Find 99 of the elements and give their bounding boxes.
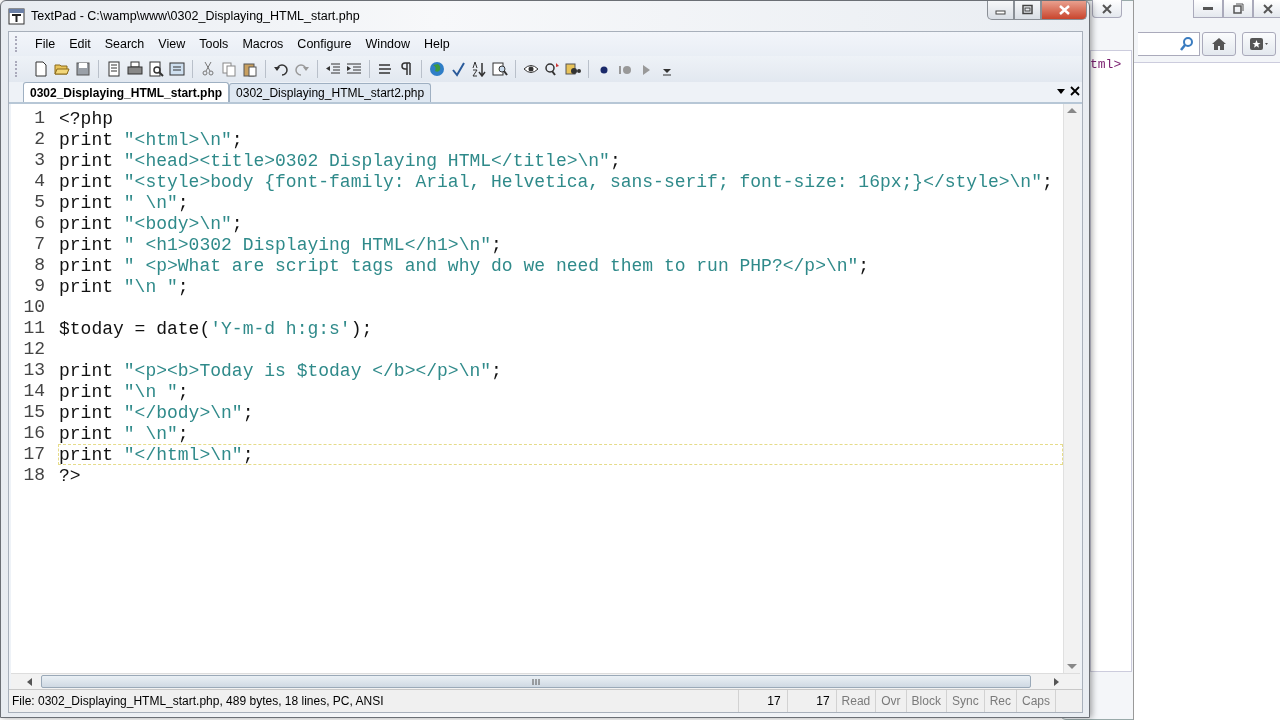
code-line: print "\n ";: [58, 276, 190, 297]
code-line: print "\n ";: [58, 381, 190, 402]
status-indicator: Block: [911, 694, 941, 708]
close-button[interactable]: [1092, 0, 1122, 18]
close-icon: [1100, 2, 1114, 15]
menu-item[interactable]: Configure: [290, 34, 359, 54]
code-line: $today = date('Y-m-d h:g:s');: [58, 318, 374, 339]
line-number: 8: [33, 255, 46, 276]
grip-icon: [532, 677, 540, 686]
line-number: 13: [22, 360, 46, 381]
line-number: 2: [33, 129, 46, 150]
menu-item[interactable]: File: [28, 34, 63, 54]
close-button[interactable]: [1041, 1, 1087, 20]
code-line: print "<p><b>Today is $today </b></p>\n";: [58, 360, 503, 381]
line-number: 17: [22, 444, 46, 465]
pilcrow-icon[interactable]: [398, 61, 414, 77]
spellcheck-icon[interactable]: [450, 61, 466, 77]
status-indicator: Ovr: [881, 694, 901, 708]
line-number: 7: [33, 234, 46, 255]
line-number: 3: [33, 150, 46, 171]
menu-item[interactable]: Edit: [62, 34, 98, 54]
code-line: ?>: [58, 465, 82, 486]
line-number: 12: [22, 339, 46, 360]
wrap-icon[interactable]: [377, 61, 393, 77]
window-title: TextPad - C:\wamp\www\0302_Displaying_HTML_start.php: [31, 9, 360, 23]
line-number: 1: [33, 108, 46, 129]
close-button[interactable]: [1253, 0, 1280, 18]
file-info: File: 0302_Displaying_HTML_start.php, 489 bytes, 18 lines, PC, ANSI: [12, 694, 384, 708]
app-icon: [8, 7, 25, 25]
replace-icon[interactable]: [544, 61, 560, 77]
new-file-icon[interactable]: [33, 61, 49, 77]
code-line: print " \n";: [58, 423, 190, 444]
file-tab[interactable]: 0302_Displaying_HTML_start.php: [23, 82, 230, 102]
maximize-icon: [1021, 4, 1034, 16]
globe-icon[interactable]: [429, 61, 445, 77]
document-icon[interactable]: [106, 61, 122, 77]
printer-icon[interactable]: [127, 61, 143, 77]
find-in-files-icon[interactable]: [492, 61, 508, 77]
code-line: print "<head><title>0302 Displaying HTML</title>\n";: [58, 150, 622, 171]
minimize-icon: [1203, 7, 1213, 10]
line-number: 11: [22, 318, 46, 339]
star-icon: [1249, 36, 1269, 52]
code-line: print "<body>\n";: [58, 213, 244, 234]
line-number: 15: [22, 402, 46, 423]
menu-item[interactable]: Macros: [235, 34, 291, 54]
undo-icon[interactable]: [273, 61, 289, 77]
dropdown-icon: [1056, 86, 1066, 96]
open-folder-icon[interactable]: [54, 61, 70, 77]
line-number: 17: [767, 694, 781, 708]
code-line: print "</body>\n";: [58, 402, 255, 423]
code-line: print "<html>\n";: [58, 129, 244, 150]
scrollbar-thumb[interactable]: [41, 675, 1031, 688]
bookmarks-button[interactable]: [1242, 32, 1276, 56]
minimize-button[interactable]: [1193, 0, 1223, 18]
line-number: 9: [33, 276, 46, 297]
line-number: 18: [22, 465, 46, 486]
home-button[interactable]: [1202, 32, 1236, 56]
paste-icon[interactable]: [242, 61, 258, 77]
line-number: 4: [33, 171, 46, 192]
indent-icon[interactable]: [346, 61, 362, 77]
status-indicator: Rec: [989, 694, 1011, 708]
line-number: 10: [22, 297, 46, 318]
search-field[interactable]: [1138, 32, 1200, 56]
code-line: print "<style>body {font-family: Arial, Helvetica, sans-serif; font-size: 16px;}</style>\n";: [58, 171, 1054, 192]
line-number: 5: [33, 192, 46, 213]
close-icon: [1070, 86, 1080, 96]
menu-item[interactable]: View: [151, 34, 193, 54]
code-line: print " <p>What are script tags and why do we need them to run PHP?</p>\n";: [58, 255, 871, 276]
restore-button[interactable]: [1223, 0, 1253, 18]
window-icon[interactable]: [169, 61, 185, 77]
menu-item[interactable]: Window: [358, 34, 418, 54]
sort-icon[interactable]: [471, 61, 487, 77]
home-icon: [1211, 36, 1227, 52]
binoculars-icon[interactable]: [565, 61, 581, 77]
search-icon: [1179, 36, 1195, 52]
scissors-icon[interactable]: [200, 61, 216, 77]
code-line: print " \n";: [58, 192, 190, 213]
line-number: 16: [22, 423, 46, 444]
status-indicator: Caps: [1022, 694, 1050, 708]
code-fragment: tml>: [1090, 57, 1122, 72]
line-number: 6: [33, 213, 46, 234]
maximize-button[interactable]: [1014, 1, 1041, 20]
menu-item[interactable]: Help: [417, 34, 457, 54]
restore-icon: [1232, 2, 1244, 15]
close-tab-button[interactable]: [1070, 86, 1080, 96]
code-line: print " <h1>0302 Displaying HTML</h1>\n";: [58, 234, 503, 255]
save-icon[interactable]: [75, 61, 91, 77]
tab-list-button[interactable]: [1056, 86, 1066, 96]
code-line: <?php: [58, 108, 114, 129]
menu-item[interactable]: Search: [97, 34, 152, 54]
print-preview-icon[interactable]: [148, 61, 164, 77]
status-indicator: Read: [841, 694, 871, 708]
outdent-icon[interactable]: [325, 61, 341, 77]
menu-item[interactable]: Tools: [192, 34, 236, 54]
status-indicator: Sync: [951, 694, 979, 708]
file-tab[interactable]: 0302_Displaying_HTML_start2.php: [229, 83, 432, 102]
column-number: 17: [816, 694, 830, 708]
line-number: 14: [22, 381, 46, 402]
close-icon: [1262, 2, 1274, 15]
